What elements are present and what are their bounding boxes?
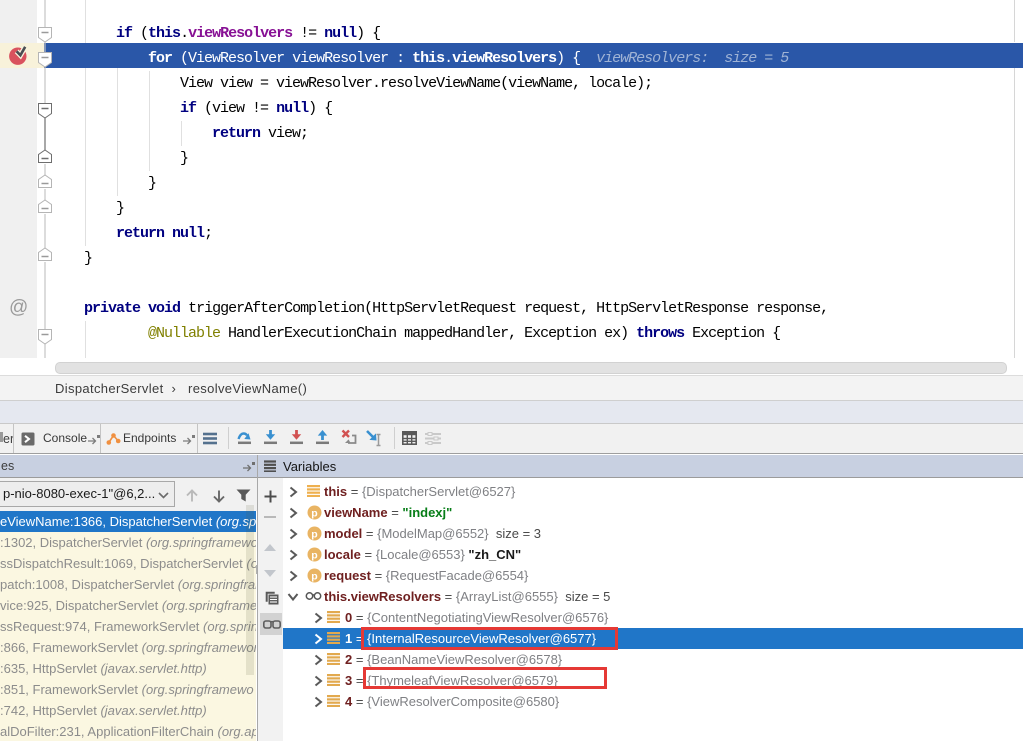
svg-text:p: p bbox=[311, 528, 317, 540]
svg-text:p: p bbox=[311, 570, 317, 582]
svg-text:p: p bbox=[311, 507, 317, 519]
svg-text:p: p bbox=[311, 549, 317, 561]
svg-text:@: @ bbox=[9, 297, 28, 318]
